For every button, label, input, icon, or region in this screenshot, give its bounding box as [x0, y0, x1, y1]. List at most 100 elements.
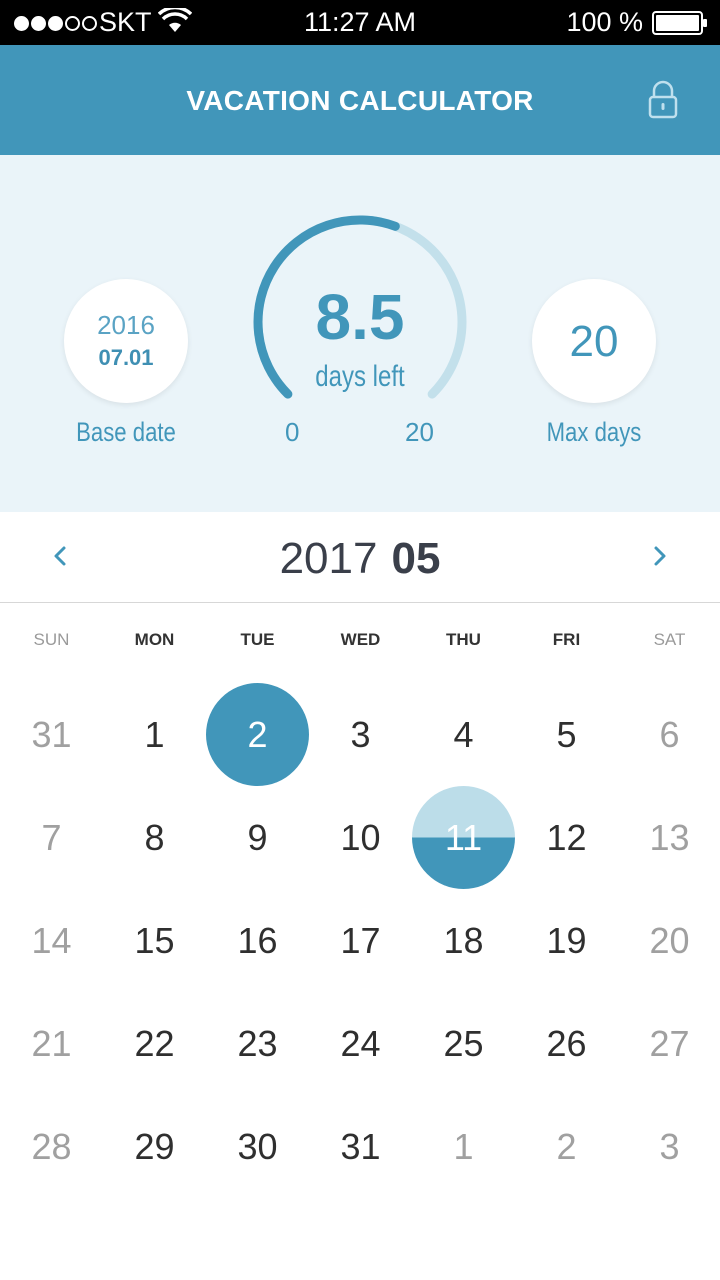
calendar-day-number: 31: [31, 714, 72, 755]
battery-icon: [652, 11, 707, 35]
calendar-day-number: 3: [350, 714, 371, 755]
calendar-day[interactable]: 27: [618, 992, 720, 1095]
calendar-day[interactable]: 28: [0, 1095, 103, 1198]
calendar-day-number: 19: [546, 920, 587, 961]
calendar-day-number: 4: [453, 714, 474, 755]
days-left-label: days left: [315, 360, 405, 393]
calendar-day[interactable]: 1: [103, 683, 206, 786]
weekday-sat: SAT: [653, 630, 686, 649]
calendar-day[interactable]: 22: [103, 992, 206, 1095]
weekday-wed: WED: [340, 630, 381, 649]
calendar-day[interactable]: 6: [618, 683, 720, 786]
calendar-grid: 31 1 2 3 4 5 6 7 8 9 10 11 12 13 14 15 16 17 18 19 20 21 22 23 2…: [0, 683, 720, 1203]
calendar-day-number: 8: [144, 817, 165, 858]
calendar-day[interactable]: 24: [309, 992, 412, 1095]
calendar-day[interactable]: 11: [412, 786, 515, 889]
calendar-day[interactable]: 29: [103, 1095, 206, 1198]
calendar-day[interactable]: 13: [618, 786, 720, 889]
calendar-day[interactable]: 2: [206, 683, 309, 786]
calendar-day-number: 7: [41, 817, 62, 858]
calendar-day[interactable]: 14: [0, 889, 103, 992]
calendar-day[interactable]: 15: [103, 889, 206, 992]
calendar-day[interactable]: 25: [412, 992, 515, 1095]
calendar-day-number: 24: [340, 1023, 381, 1064]
calendar-day-number: 21: [31, 1023, 72, 1064]
calendar-day[interactable]: 10: [309, 786, 412, 889]
calendar-day[interactable]: 17: [309, 889, 412, 992]
calendar-day[interactable]: 2: [515, 1095, 618, 1198]
base-date-year: 2016: [97, 310, 155, 340]
calendar-day[interactable]: 20: [618, 889, 720, 992]
weekday-fri: FRI: [552, 630, 581, 649]
calendar-day-number: 20: [649, 920, 690, 961]
weekday-thu: THU: [446, 630, 481, 649]
max-days-value: 20: [569, 317, 619, 366]
weekday-header: SUN MON TUE WED THU FRI SAT: [0, 630, 720, 656]
calendar-day-number: 30: [237, 1126, 278, 1167]
calendar-day-number: 16: [237, 920, 278, 961]
calendar-day[interactable]: 8: [103, 786, 206, 889]
calendar-day[interactable]: 1: [412, 1095, 515, 1198]
chevron-right-icon[interactable]: [644, 540, 676, 572]
calendar-day-number: 28: [31, 1126, 72, 1167]
calendar-day-number: 1: [453, 1126, 474, 1167]
calendar-day[interactable]: 18: [412, 889, 515, 992]
app-header: VACATION CALCULATOR: [0, 45, 720, 155]
weekday-mon: MON: [134, 630, 175, 649]
calendar-day[interactable]: 12: [515, 786, 618, 889]
calendar-day-number: 6: [659, 714, 680, 755]
calendar-day-number: 1: [144, 714, 165, 755]
month-navigator: 2017 05: [0, 512, 720, 603]
current-month-number: 05: [391, 534, 441, 583]
calendar-day-number: 3: [659, 1126, 680, 1167]
current-month: 2017 05: [0, 534, 720, 584]
calendar-day-number: 2: [247, 714, 268, 755]
calendar-day[interactable]: 7: [0, 786, 103, 889]
max-days-card[interactable]: 20: [532, 279, 656, 403]
calendar-day-number: 26: [546, 1023, 587, 1064]
calendar-day[interactable]: 31: [0, 683, 103, 786]
calendar-day-number: 18: [443, 920, 484, 961]
calendar-day-number: 14: [31, 920, 72, 961]
calendar-day-number: 9: [247, 817, 268, 858]
calendar-day-number: 15: [134, 920, 175, 961]
lock-icon[interactable]: [646, 80, 680, 120]
status-bar: SKT 11:27 AM 100 %: [0, 0, 720, 45]
calendar-day[interactable]: 3: [309, 683, 412, 786]
calendar-day-number: 29: [134, 1126, 175, 1167]
calendar-day[interactable]: 19: [515, 889, 618, 992]
weekday-sun: SUN: [33, 630, 70, 649]
calendar-day-number: 2: [556, 1126, 577, 1167]
max-days-label: Max days: [546, 417, 642, 447]
calendar-day[interactable]: 4: [412, 683, 515, 786]
base-date-card[interactable]: 2016 07.01: [64, 279, 188, 403]
base-date-label: Base date: [76, 417, 176, 447]
base-date-month-day: 07.01: [98, 345, 154, 370]
page-title: VACATION CALCULATOR: [186, 85, 534, 116]
gauge-min-label: 0: [285, 417, 300, 447]
current-year: 2017: [279, 534, 378, 583]
calendar-day-number: 31: [340, 1126, 381, 1167]
calendar-day[interactable]: 23: [206, 992, 309, 1095]
weekday-tue: TUE: [240, 630, 275, 649]
calendar-day-number: 23: [237, 1023, 278, 1064]
calendar-day-number: 27: [649, 1023, 690, 1064]
calendar-day[interactable]: 21: [0, 992, 103, 1095]
calendar-day[interactable]: 30: [206, 1095, 309, 1198]
calendar-day-number: 5: [556, 714, 577, 755]
calendar-day-number: 11: [444, 817, 483, 858]
calendar-day-number: 17: [340, 920, 381, 961]
calendar-day-number: 12: [546, 817, 587, 858]
calendar-day-number: 10: [340, 817, 381, 858]
battery-percent: 100 %: [566, 7, 643, 37]
calendar-day[interactable]: 31: [309, 1095, 412, 1198]
days-left-value: 8.5: [315, 281, 405, 353]
calendar-day-number: 25: [443, 1023, 484, 1064]
calendar-day[interactable]: 5: [515, 683, 618, 786]
calendar-day[interactable]: 3: [618, 1095, 720, 1198]
gauge-max-label: 20: [405, 417, 434, 447]
calendar-day[interactable]: 26: [515, 992, 618, 1095]
calendar-day[interactable]: 9: [206, 786, 309, 889]
calendar-day-number: 13: [649, 817, 690, 858]
calendar-day[interactable]: 16: [206, 889, 309, 992]
